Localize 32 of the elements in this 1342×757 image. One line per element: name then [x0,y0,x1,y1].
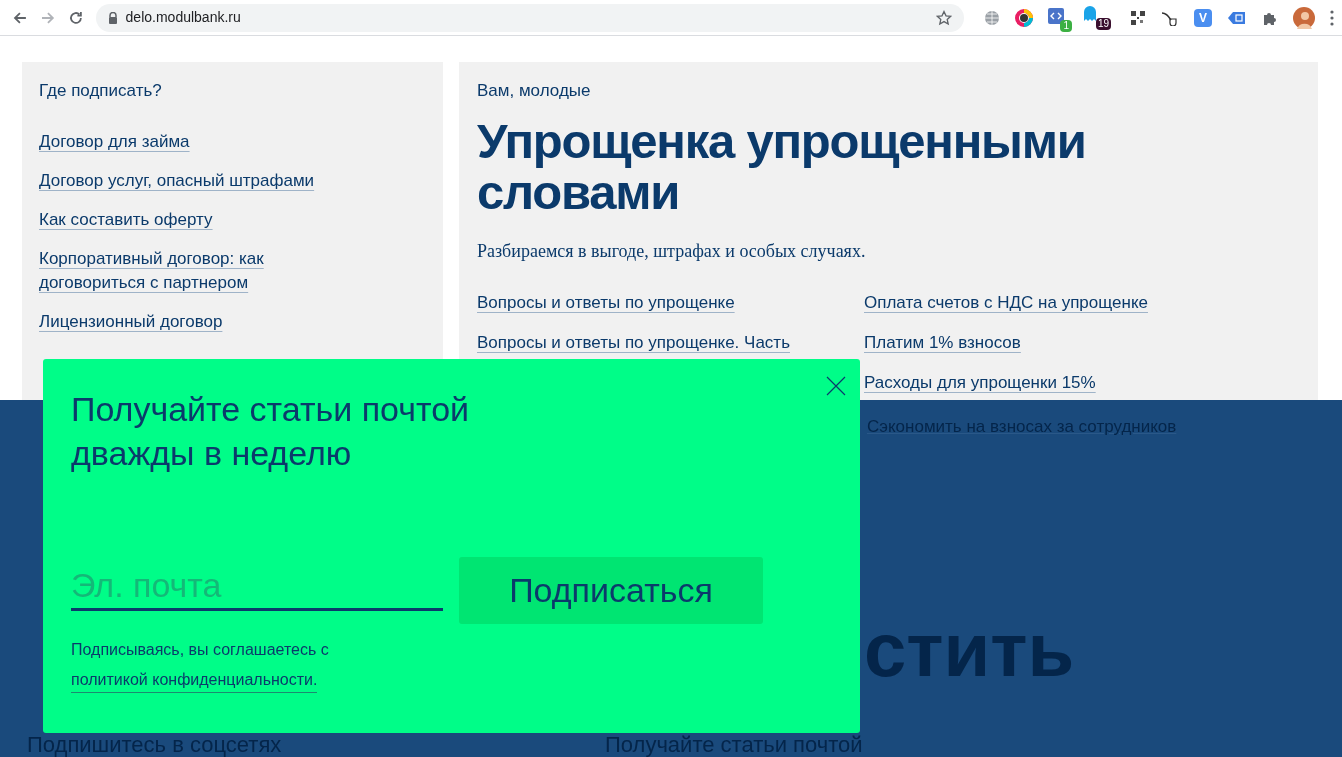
article-link[interactable]: Корпоративный договор: как договориться с партнером [39,246,339,295]
tag-icon[interactable] [1227,10,1247,25]
privacy-policy-link[interactable]: политикой конфиденциальности. [71,668,318,694]
article-link[interactable]: Лицензионный договор [39,309,223,334]
pipe-icon[interactable] [1161,9,1179,26]
globe-icon[interactable] [984,9,1000,26]
article-link[interactable]: Оплата счетов с НДС на упрощенке [864,293,1148,314]
lock-icon [107,11,118,24]
reload-icon[interactable] [67,9,84,26]
article-link[interactable]: Договор услуг, опасный штрафами [39,168,315,193]
address-bar[interactable]: delo.modulbank.ru [95,3,964,32]
star-icon[interactable] [936,9,952,26]
subscribe-button[interactable]: Подписаться [459,557,763,625]
color-ring-icon[interactable] [1015,8,1033,27]
consent-text: Подписываясь, вы соглашаетесь с [71,640,330,661]
menu-icon[interactable] [1330,9,1334,26]
url-text: delo.modulbank.ru [125,8,241,27]
article-link[interactable]: Договор для займа [39,129,190,154]
article-lead: Разбираемся в выгоде, штрафах и особых случаях. [477,240,867,264]
article-title: Упрощенка упрощенными словами [477,115,1087,219]
article-link[interactable]: Платим 1% взносов [864,333,1021,354]
article-link[interactable]: Вопросы и ответы по упрощенке [477,293,735,314]
article-link[interactable]: Расходы для упрощенки 15% [864,373,1096,394]
close-icon[interactable] [826,376,846,396]
email-field[interactable]: Эл. почта [71,563,443,612]
popup-title: Получайте статьи почтой дважды в неделю [71,389,471,475]
qr-code-icon[interactable] [1130,9,1146,26]
article-link[interactable]: Вопросы и ответы по упрощенке. Часть [477,333,790,354]
avatar-icon[interactable] [1293,6,1315,29]
article-link[interactable]: Как составить оферту [39,207,213,232]
eyebrow-text: Вам, молодые [477,80,592,102]
sidebar-title: Где подписать? [39,80,163,102]
